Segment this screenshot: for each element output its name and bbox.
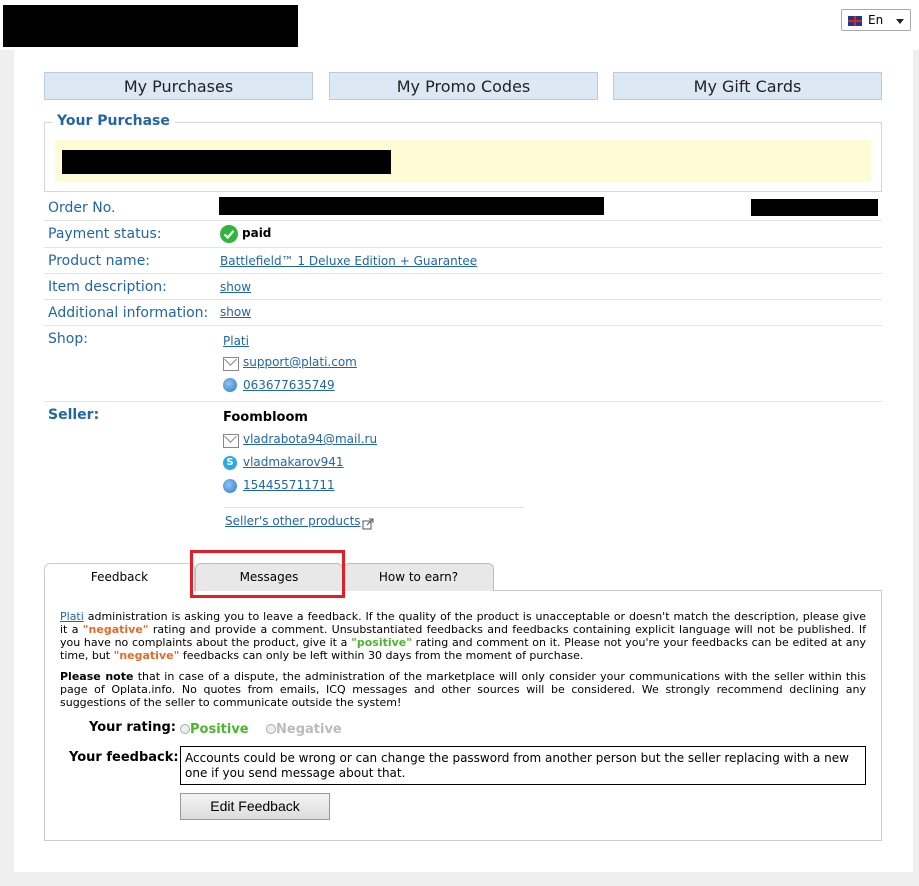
mail-icon	[223, 434, 239, 448]
seller-label: Seller:	[48, 407, 100, 423]
chevron-down-icon	[896, 19, 904, 24]
negative-word: "negative"	[82, 623, 149, 636]
shop-label: Shop:	[48, 331, 88, 347]
messages-tab-highlight	[190, 550, 345, 598]
positive-word: "positive"	[351, 636, 412, 649]
mail-icon	[223, 357, 239, 371]
payment-status-value: paid	[242, 226, 272, 240]
shop-email-link[interactable]: support@plati.com	[243, 355, 357, 369]
seller-icq-link[interactable]: 154455711711	[243, 478, 335, 492]
feedback-text: Accounts could be wrong or can change th…	[185, 751, 849, 780]
seller-email-link[interactable]: vladrabota94@mail.ru	[243, 432, 377, 446]
row-separator	[44, 221, 882, 248]
order-number-label: Order No.	[48, 200, 116, 216]
item-description-label: Item description:	[48, 279, 167, 295]
redacted-order-number	[219, 197, 604, 215]
row-separator	[44, 326, 882, 402]
redacted-purchase-title	[62, 150, 391, 174]
note-heading: Please note	[60, 670, 134, 683]
product-name-link[interactable]: Battlefield™ 1 Deluxe Edition + Guarante…	[220, 254, 477, 268]
redacted-order-extra	[751, 199, 878, 216]
check-icon	[220, 225, 238, 243]
icq-icon	[223, 479, 237, 493]
feedback-instructions: Plati administration is asking you to le…	[60, 610, 866, 662]
your-purchase-heading: Your Purchase	[52, 113, 175, 129]
tab-feedback[interactable]: Feedback	[44, 563, 195, 592]
product-name-label: Product name:	[48, 253, 151, 269]
additional-information-show-link[interactable]: show	[220, 305, 251, 319]
edit-feedback-button[interactable]: Edit Feedback	[180, 793, 330, 820]
dispute-note: Please note that in case of a dispute, t…	[60, 670, 866, 709]
rating-positive-option[interactable]: Positive	[180, 722, 249, 737]
row-separator	[44, 274, 882, 300]
positive-radio[interactable]	[180, 724, 190, 734]
language-code: En	[868, 13, 884, 27]
additional-information-label: Additional information:	[48, 305, 209, 321]
your-rating-label: Your rating:	[89, 720, 176, 735]
seller-other-products-link[interactable]: Seller's other products	[225, 514, 361, 528]
seller-name: Foombloom	[223, 410, 308, 425]
my-promo-codes-button[interactable]: My Promo Codes	[329, 72, 598, 100]
external-link-icon	[362, 515, 374, 530]
note-text: that in case of a dispute, the administr…	[60, 670, 866, 709]
tab-how-to-earn[interactable]: How to earn?	[343, 563, 494, 591]
rating-positive-label: Positive	[190, 722, 249, 737]
plati-link[interactable]: Plati	[60, 610, 84, 623]
negative-radio[interactable]	[266, 724, 276, 734]
redacted-logo	[3, 5, 298, 47]
negative-word: "negative"	[113, 649, 180, 662]
rating-negative-option[interactable]: Negative	[266, 722, 342, 737]
payment-status-label: Payment status:	[48, 226, 162, 242]
uk-flag-icon	[848, 16, 862, 26]
feedback-text-box[interactable]: Accounts could be wrong or can change th…	[180, 746, 866, 785]
my-gift-cards-button[interactable]: My Gift Cards	[613, 72, 882, 100]
language-selector[interactable]: En	[841, 9, 911, 31]
instruction-text: feedbacks can only be left within 30 day…	[179, 649, 584, 662]
seller-links-divider	[224, 507, 524, 508]
rating-negative-label: Negative	[276, 722, 342, 737]
skype-icon: S	[223, 456, 237, 470]
shop-name-link[interactable]: Plati	[223, 334, 249, 348]
item-description-show-link[interactable]: show	[220, 280, 251, 294]
your-feedback-label: Your feedback:	[69, 750, 179, 765]
my-purchases-button[interactable]: My Purchases	[44, 72, 313, 100]
seller-skype-link[interactable]: vladmakarov941	[243, 455, 344, 469]
shop-icq-link[interactable]: 063677635749	[243, 378, 335, 392]
icq-icon	[223, 378, 237, 392]
